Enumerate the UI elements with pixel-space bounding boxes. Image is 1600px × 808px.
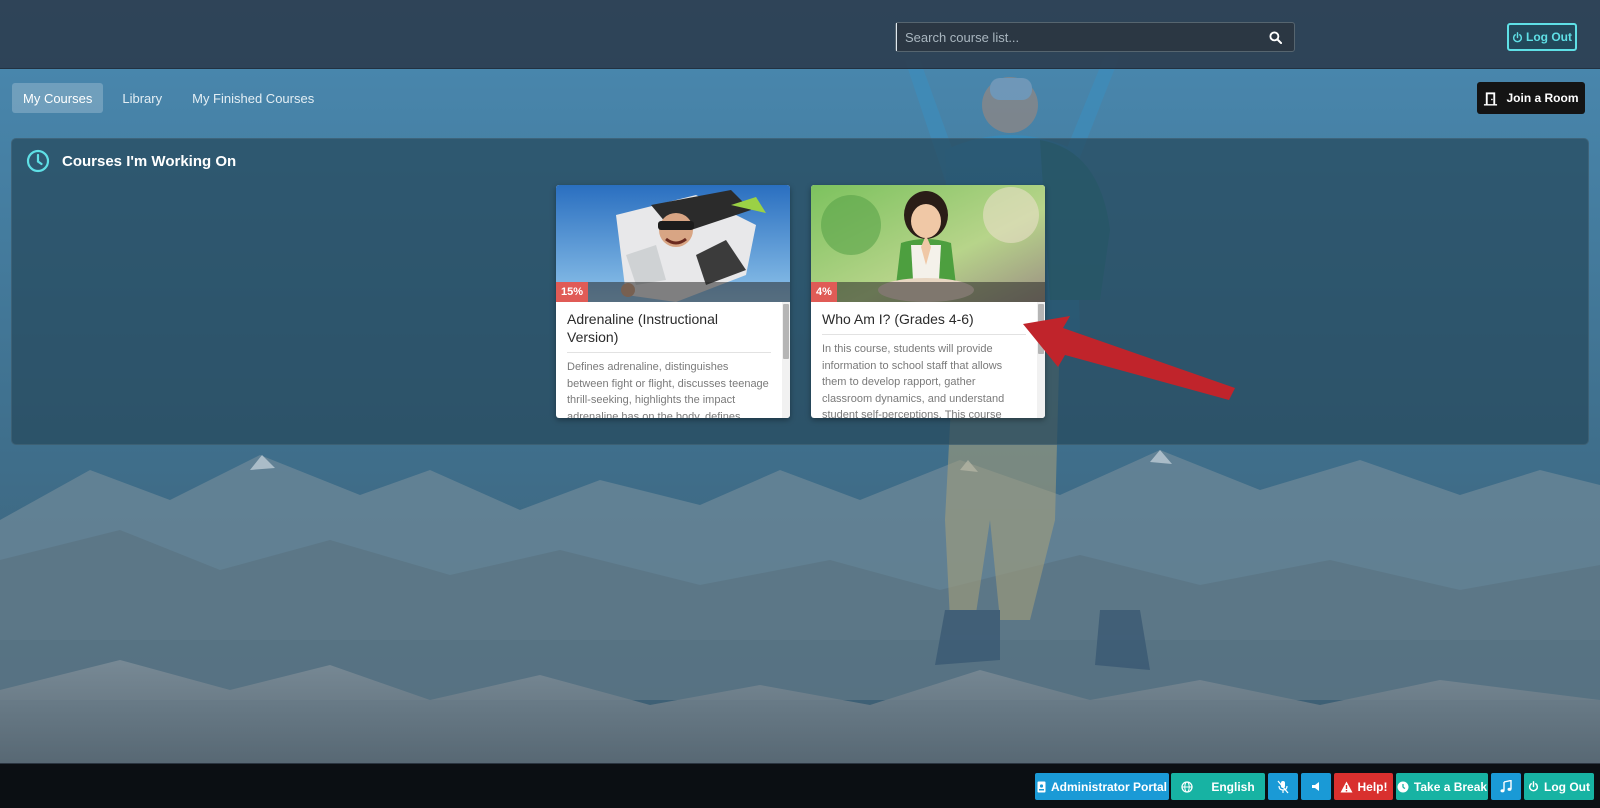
- course-card-adrenaline[interactable]: 15% Adrenaline (Instructional Version) D…: [556, 185, 790, 418]
- nav-tabs: My Courses Library My Finished Courses: [12, 83, 325, 113]
- footer-toolbar: Administrator Portal English Help! Take …: [0, 763, 1600, 808]
- tab-library[interactable]: Library: [111, 83, 173, 113]
- annotation-arrow: [1023, 316, 1235, 400]
- power-icon: [1512, 31, 1523, 42]
- course-card-body: Who Am I? (Grades 4-6) In this course, s…: [811, 302, 1037, 418]
- search-input[interactable]: [896, 23, 1256, 51]
- panel-header: Courses I'm Working On: [26, 149, 236, 173]
- clock-icon: [1397, 781, 1409, 792]
- search-button[interactable]: [1256, 23, 1294, 51]
- search-icon: [1268, 30, 1282, 44]
- top-bar: Log Out: [0, 0, 1600, 69]
- logout-button-top[interactable]: Log Out: [1507, 23, 1577, 51]
- speaker-button[interactable]: [1301, 773, 1331, 800]
- help-button[interactable]: Help!: [1334, 773, 1393, 800]
- warning-icon: [1340, 781, 1352, 792]
- take-a-break-button[interactable]: Take a Break: [1396, 773, 1488, 800]
- thumbnail-overlay: [811, 282, 1045, 302]
- progress-badge: 4%: [811, 282, 837, 302]
- mute-microphone-button[interactable]: [1268, 773, 1298, 800]
- progress-badge: 15%: [556, 282, 589, 302]
- logout-label: Log Out: [1544, 779, 1590, 794]
- course-card-body: Adrenaline (Instructional Version) Defin…: [556, 302, 782, 418]
- courses-panel: Courses I'm Working On: [11, 138, 1589, 445]
- logout-label: Log Out: [1526, 30, 1572, 44]
- join-room-button[interactable]: Join a Room: [1477, 82, 1585, 114]
- language-label: English: [1211, 779, 1255, 794]
- course-description: In this course, students will provide in…: [822, 343, 1005, 418]
- power-icon: [1528, 781, 1539, 792]
- language-button[interactable]: English: [1171, 773, 1265, 800]
- globe-icon: [1181, 780, 1193, 793]
- administrator-portal-button[interactable]: Administrator Portal: [1035, 773, 1169, 800]
- tab-my-finished-courses[interactable]: My Finished Courses: [181, 83, 325, 113]
- search-box: [895, 22, 1295, 52]
- tab-my-courses[interactable]: My Courses: [12, 83, 104, 113]
- administrator-portal-label: Administrator Portal: [1050, 779, 1167, 794]
- logout-button-footer[interactable]: Log Out: [1524, 773, 1594, 800]
- music-button[interactable]: [1491, 773, 1521, 800]
- help-label: Help!: [1357, 779, 1388, 794]
- speaker-icon: [1311, 782, 1319, 791]
- thumbnail-overlay: [556, 282, 790, 302]
- course-title: Who Am I? (Grades 4-6): [822, 310, 1026, 335]
- panel-title: Courses I'm Working On: [62, 152, 237, 170]
- course-title: Adrenaline (Instructional Version): [567, 310, 771, 353]
- door-icon: [1484, 91, 1498, 106]
- microphone-slash-icon: [1277, 780, 1289, 793]
- clock-icon: [26, 149, 50, 173]
- course-card-who-am-i[interactable]: 4% Who Am I? (Grades 4-6) In this course…: [811, 185, 1045, 418]
- scrollbar-thumb[interactable]: [783, 304, 789, 359]
- course-description: Defines adrenaline, distinguishes betwee…: [567, 361, 769, 418]
- join-room-label: Join a Room: [1506, 91, 1579, 105]
- music-note-icon: [1500, 780, 1512, 793]
- card-scrollbar[interactable]: [782, 302, 790, 418]
- take-a-break-label: Take a Break: [1413, 779, 1488, 794]
- id-badge-icon: [1037, 781, 1046, 792]
